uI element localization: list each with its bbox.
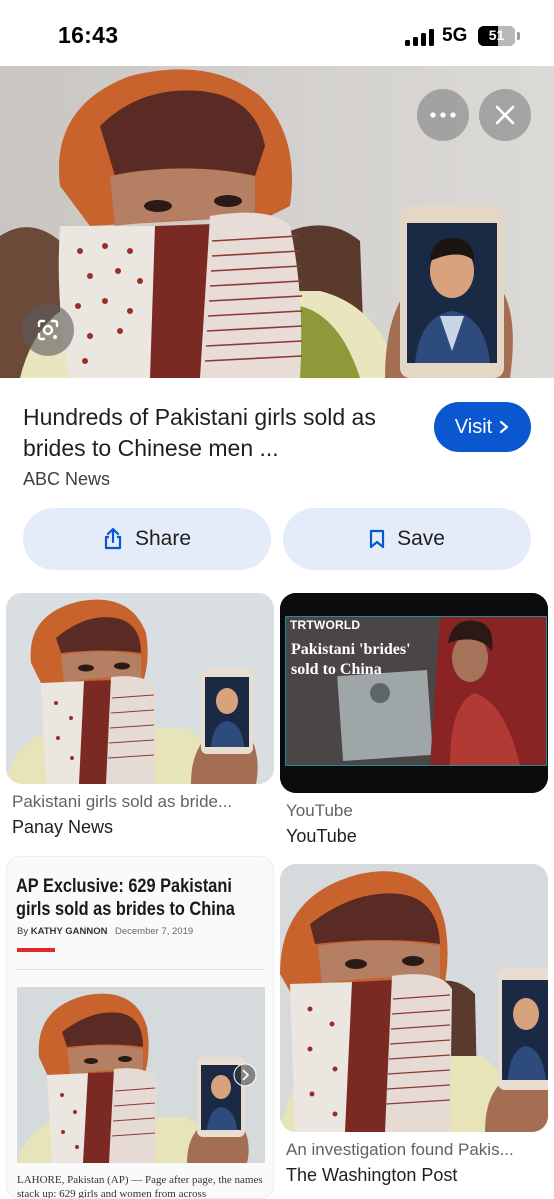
article-divider (17, 969, 265, 970)
battery-level: 51 (488, 27, 505, 43)
related-source-1: Panay News (12, 817, 114, 837)
article-byline: By KATHY GANNON (17, 926, 108, 937)
more-horizontal-icon (430, 112, 456, 118)
result-source: ABC News (23, 469, 111, 489)
article-photo (17, 987, 265, 1163)
video-title-overlay: Pakistani 'brides' sold to China (291, 641, 411, 678)
chevron-right-icon (500, 420, 509, 434)
google-lens-button[interactable] (22, 304, 74, 356)
share-label: Share (134, 527, 192, 550)
related-caption-4: An investigation found Pakis... (286, 1140, 514, 1159)
close-icon (495, 105, 515, 125)
save-button[interactable]: Save (283, 508, 531, 570)
hero-photo (0, 66, 554, 378)
article-accent-rule (17, 948, 55, 952)
close-button[interactable] (479, 89, 531, 141)
related-photo-4 (280, 864, 548, 1132)
share-icon (104, 528, 122, 550)
battery-icon: 51 (478, 26, 515, 46)
battery-nub (517, 32, 520, 40)
visit-label: Visit (454, 415, 493, 438)
status-time: 16:43 (58, 22, 119, 48)
trt-world-logo: TRTWORLD (290, 618, 361, 632)
article-headline: AP Exclusive: 629 Pakistani girls sold a… (16, 876, 235, 920)
related-image-4[interactable] (280, 864, 548, 1132)
google-lens-icon (37, 319, 59, 341)
related-image-2[interactable]: TRTWORLD Pakistani 'brides' sold to Chin… (280, 593, 548, 793)
article-date: December 7, 2019 (115, 926, 194, 937)
more-options-button[interactable] (417, 89, 469, 141)
bookmark-icon (369, 529, 385, 549)
article-body: LAHORE, Pakistan (AP) — Page after page,… (17, 1174, 263, 1199)
network-type: 5G (442, 25, 468, 46)
related-image-1[interactable] (6, 593, 274, 784)
save-label: Save (397, 527, 445, 550)
result-title[interactable]: Hundreds of Pakistani girls sold as brid… (23, 402, 423, 464)
related-photo-1 (6, 593, 274, 784)
visit-button[interactable]: Visit (434, 402, 531, 452)
article-author: KATHY GANNON (30, 926, 108, 937)
related-caption-2: YouTube (286, 801, 353, 820)
related-caption-1: Pakistani girls sold as bride... (12, 792, 233, 811)
hero-image[interactable] (0, 66, 554, 378)
status-bar: 16:43 5G 51 (0, 0, 554, 66)
related-source-4: The Washington Post (286, 1165, 458, 1185)
share-button[interactable]: Share (23, 508, 271, 570)
related-source-2: YouTube (286, 826, 357, 846)
cellular-signal-icon (405, 29, 435, 46)
related-image-3[interactable]: AP Exclusive: 629 Pakistani girls sold a… (6, 856, 274, 1199)
